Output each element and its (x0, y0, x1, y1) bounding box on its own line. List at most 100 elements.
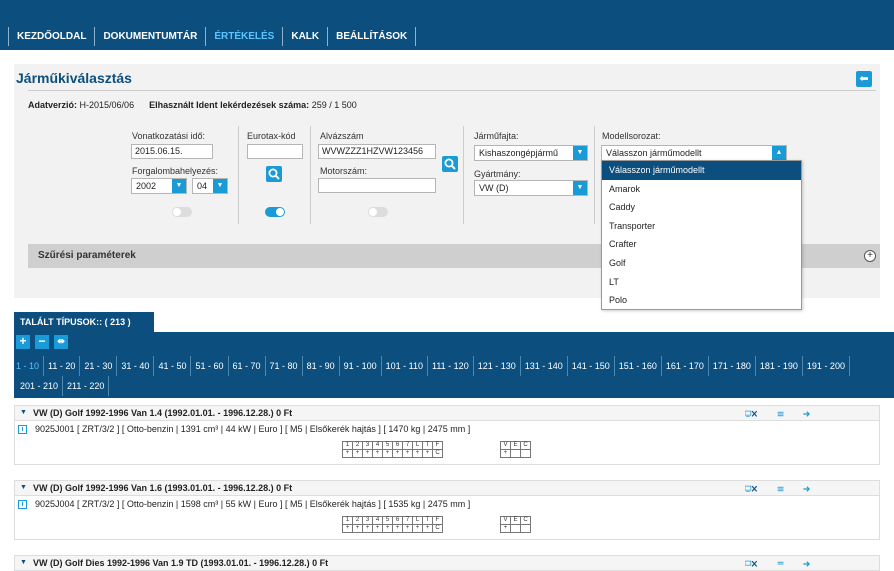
page-link[interactable]: 21 - 30 (80, 356, 118, 376)
dropdown-option[interactable]: LT (602, 273, 801, 292)
pagination: 1 - 10 11 - 20 21 - 30 31 - 40 41 - 50 51 - 6… (16, 356, 890, 396)
tab-kezdooldal[interactable]: KEZDŐOLDAL (8, 27, 96, 46)
vin-search-button[interactable] (442, 156, 458, 172)
page-link[interactable]: 31 - 40 (117, 356, 155, 376)
expand-all-plus-icon[interactable]: + (16, 335, 30, 349)
list-icon (777, 486, 784, 492)
eurotax-label: Eurotax-kód (247, 131, 296, 141)
engine-input[interactable] (318, 178, 436, 193)
maker-select[interactable]: VW (D) ▼ (474, 180, 588, 196)
page-link[interactable]: 191 - 200 (803, 356, 850, 376)
chevron-down-icon[interactable]: ▼ (20, 481, 27, 495)
engine-label: Motorszám: (320, 166, 368, 176)
calc-tools-icon (745, 485, 758, 492)
vehicle-type-label: Járműfajta: (474, 131, 519, 141)
page-link[interactable]: 131 - 140 (521, 356, 568, 376)
model-select[interactable]: Válasszon járműmodellt ▲ (601, 145, 787, 161)
maker-value: VW (D) (479, 183, 509, 193)
ref-date-label: Vonatkozatási idő: (132, 131, 206, 141)
page-link[interactable]: 71 - 80 (266, 356, 303, 376)
toggle-knob (369, 208, 377, 216)
list-icon (777, 411, 784, 417)
page-link[interactable]: 161 - 170 (662, 356, 709, 376)
dropdown-option[interactable]: Crafter (602, 235, 801, 254)
chevron-down-icon[interactable]: ▼ (20, 556, 27, 570)
vin-input[interactable]: WVWZZZ1HZVW123456 (318, 144, 436, 159)
calc-tools-icon (745, 410, 758, 417)
dropdown-option[interactable]: Polo (602, 291, 801, 310)
info-icon[interactable]: i (18, 500, 27, 509)
row-title: VW (D) Golf Dies 1992-1996 Van 1.9 TD (1… (33, 558, 329, 568)
page-link[interactable]: 141 - 150 (568, 356, 615, 376)
collapse-all-minus-icon[interactable]: − (35, 335, 49, 349)
arrow-right-icon (803, 561, 810, 567)
separator (310, 126, 311, 224)
page-link[interactable]: 61 - 70 (229, 356, 266, 376)
page-link[interactable]: 121 - 130 (474, 356, 521, 376)
reg-toggle[interactable] (172, 207, 192, 217)
ident-value: 259 / 1 500 (311, 100, 357, 110)
ref-date-input[interactable]: 2015.06.15. (131, 144, 213, 159)
chevron-down-icon[interactable]: ▼ (20, 406, 27, 420)
page-link[interactable]: 171 - 180 (709, 356, 756, 376)
row-tools (745, 410, 810, 417)
eurotax-toggle[interactable] (265, 207, 285, 217)
result-row-header[interactable]: ▼ VW (D) Golf 1992-1996 Van 1.4 (1992.01… (14, 405, 880, 421)
page-link[interactable]: 91 - 100 (340, 356, 382, 376)
toggle-knob (276, 208, 284, 216)
vehicle-type-select[interactable]: Kishaszongépjármű ▼ (474, 145, 588, 161)
arrow-left-icon: ⬅ (859, 73, 869, 85)
page-link[interactable]: 41 - 50 (154, 356, 192, 376)
page-link[interactable]: 1 - 10 (16, 356, 45, 376)
result-row-header[interactable]: ▼ VW (D) Golf Dies 1992-1996 Van 1.9 TD … (14, 555, 880, 571)
page-link[interactable]: 181 - 190 (756, 356, 803, 376)
tab-kalk[interactable]: KALK (283, 27, 329, 46)
page-title: Járműkiválasztás (16, 70, 132, 86)
back-button[interactable]: ⬅ (856, 71, 872, 87)
reg-month-select[interactable]: 04 ▼ (192, 178, 228, 194)
dropdown-option[interactable]: Transporter (602, 217, 801, 236)
found-types-tab[interactable]: TALÁLT TÍPUSOK:: ( 213 ) (14, 312, 154, 332)
page-link[interactable]: 201 - 210 (16, 376, 64, 396)
eurotax-input[interactable] (247, 144, 303, 159)
adat-label: Adatverzió: (28, 100, 78, 110)
page-link[interactable]: 51 - 60 (191, 356, 229, 376)
page-link[interactable]: 11 - 20 (44, 356, 81, 376)
vehicle-type-value: Kishaszongépjármű (479, 148, 559, 158)
info-icon[interactable]: i (18, 425, 27, 434)
vin-label: Alvázszám (320, 131, 364, 141)
eurotax-search-button[interactable] (266, 166, 282, 182)
result-row-detail: i 9025J001 [ ZRT/3/2 ] [ Otto-benzin | 1… (14, 421, 880, 465)
dropdown-option[interactable]: Caddy (602, 198, 801, 217)
page-link[interactable]: 101 - 110 (382, 356, 428, 376)
tab-dokumentumtar[interactable]: DOKUMENTUMTÁR (95, 27, 207, 46)
filter-label: Szűrési paraméterek (38, 250, 136, 261)
separator (463, 126, 464, 224)
page-link[interactable]: 111 - 120 (428, 356, 474, 376)
chevron-down-icon: ▼ (172, 179, 186, 193)
page-link[interactable]: 151 - 160 (615, 356, 662, 376)
vin-toggle[interactable] (368, 207, 388, 217)
maker-label: Gyártmány: (474, 169, 521, 179)
fit-arrows-icon[interactable]: ⇹ (54, 335, 68, 349)
meta-info: Adatverzió: H-2015/06/06 Elhasznált Iden… (28, 100, 357, 110)
result-row-header[interactable]: ▼ VW (D) Golf 1992-1996 Van 1.6 (1993.01… (14, 480, 880, 496)
chevron-down-icon: ▼ (213, 179, 227, 193)
reg-year-select[interactable]: 2002 ▼ (131, 178, 187, 194)
arrow-right-icon (803, 411, 810, 417)
tab-ertekeles[interactable]: ÉRTÉKELÉS (206, 27, 284, 46)
row-tools (745, 560, 810, 567)
reg-month-value: 04 (197, 181, 208, 191)
expand-plus-icon[interactable]: + (864, 250, 876, 262)
row-detail-text: 9025J004 [ ZRT/3/2 ] [ Otto-benzin | 159… (35, 499, 471, 509)
page-link[interactable]: 81 - 90 (303, 356, 340, 376)
row-tools (745, 485, 810, 492)
dropdown-option[interactable]: Golf (602, 254, 801, 273)
tab-beallitasok[interactable]: BEÁLLÍTÁSOK (328, 27, 417, 46)
result-row-detail: i 9025J004 [ ZRT/3/2 ] [ Otto-benzin | 1… (14, 496, 880, 540)
dropdown-option[interactable]: Válasszon járműmodellt (602, 161, 801, 180)
page-link[interactable]: 211 - 220 (63, 376, 110, 396)
equipment-grid-2: VEC + (500, 516, 531, 533)
chevron-down-icon: ▼ (573, 146, 587, 160)
dropdown-option[interactable]: Amarok (602, 180, 801, 199)
